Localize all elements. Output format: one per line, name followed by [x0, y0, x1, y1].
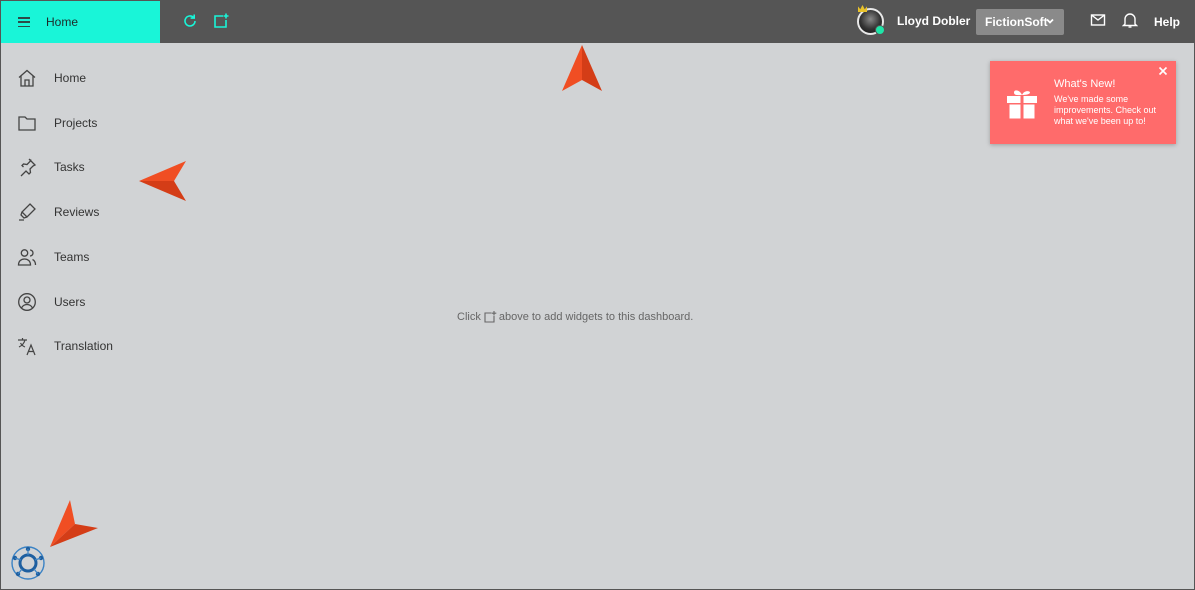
- organization-select[interactable]: FictionSoft: [976, 9, 1064, 35]
- online-status-icon: [875, 25, 885, 35]
- refresh-icon[interactable]: [181, 12, 199, 30]
- sidebar-item-teams[interactable]: Teams: [0, 242, 160, 272]
- organization-select-value: FictionSoft: [985, 15, 1048, 29]
- sidebar-item-reviews[interactable]: Reviews: [0, 197, 160, 227]
- chevron-down-icon: [1046, 18, 1054, 24]
- sidebar-item-label: Tasks: [54, 160, 85, 174]
- add-widget-icon[interactable]: [212, 12, 230, 30]
- add-widget-icon: [484, 311, 497, 323]
- pointer-arrow-icon: [50, 500, 98, 547]
- empty-text-after: above to add widgets to this dashboard.: [498, 311, 694, 323]
- pin-icon: [20, 158, 37, 177]
- bell-icon[interactable]: [1122, 11, 1138, 29]
- gift-icon: [1007, 90, 1037, 119]
- sidebar-item-label: Home: [54, 71, 87, 85]
- sidebar-item-label: Reviews: [54, 205, 100, 219]
- top-bar: Home Lloyd Dobler FictionSoft Help: [0, 0, 1195, 43]
- crown-icon: [858, 5, 867, 12]
- sidebar-item-label: Users: [54, 295, 86, 309]
- mail-icon[interactable]: [1090, 12, 1106, 28]
- home-header: Home: [1, 1, 160, 43]
- home-icon: [18, 69, 36, 87]
- sidebar-item-tasks[interactable]: Tasks: [0, 152, 160, 182]
- sidebar-item-label: Translation: [54, 339, 113, 353]
- folder-icon: [18, 116, 36, 131]
- sidebar-item-projects[interactable]: Projects: [0, 108, 160, 138]
- translate-icon: [18, 338, 36, 356]
- pointer-arrow-icon: [139, 161, 186, 201]
- user-name[interactable]: Lloyd Dobler: [897, 14, 970, 28]
- hamburger-menu-icon[interactable]: [18, 17, 30, 27]
- sidebar-item-label: Projects: [54, 116, 98, 130]
- whats-new-body: We've made some improvements. Check out …: [1054, 94, 1157, 126]
- page-title: Home: [46, 15, 79, 29]
- people-icon: [17, 249, 37, 266]
- sidebar-item-users[interactable]: Users: [0, 287, 160, 317]
- highlighter-icon: [19, 203, 36, 221]
- pointer-arrow-icon: [562, 45, 602, 91]
- empty-text-before: Click: [457, 311, 481, 323]
- sidebar-item-home[interactable]: Home: [0, 63, 160, 93]
- close-icon[interactable]: [1158, 66, 1168, 76]
- whats-new-title: What's New!: [1054, 78, 1116, 90]
- app-logo-icon[interactable]: [10, 545, 46, 581]
- sidebar-item-translation[interactable]: Translation: [0, 331, 160, 361]
- sidebar-item-label: Teams: [54, 250, 90, 264]
- empty-dashboard-message: Click above to add widgets to this dashb…: [457, 310, 693, 324]
- user-circle-icon: [18, 293, 36, 311]
- whats-new-notice[interactable]: What's New! We've made some improvements…: [990, 61, 1176, 144]
- help-link[interactable]: Help: [1154, 15, 1180, 29]
